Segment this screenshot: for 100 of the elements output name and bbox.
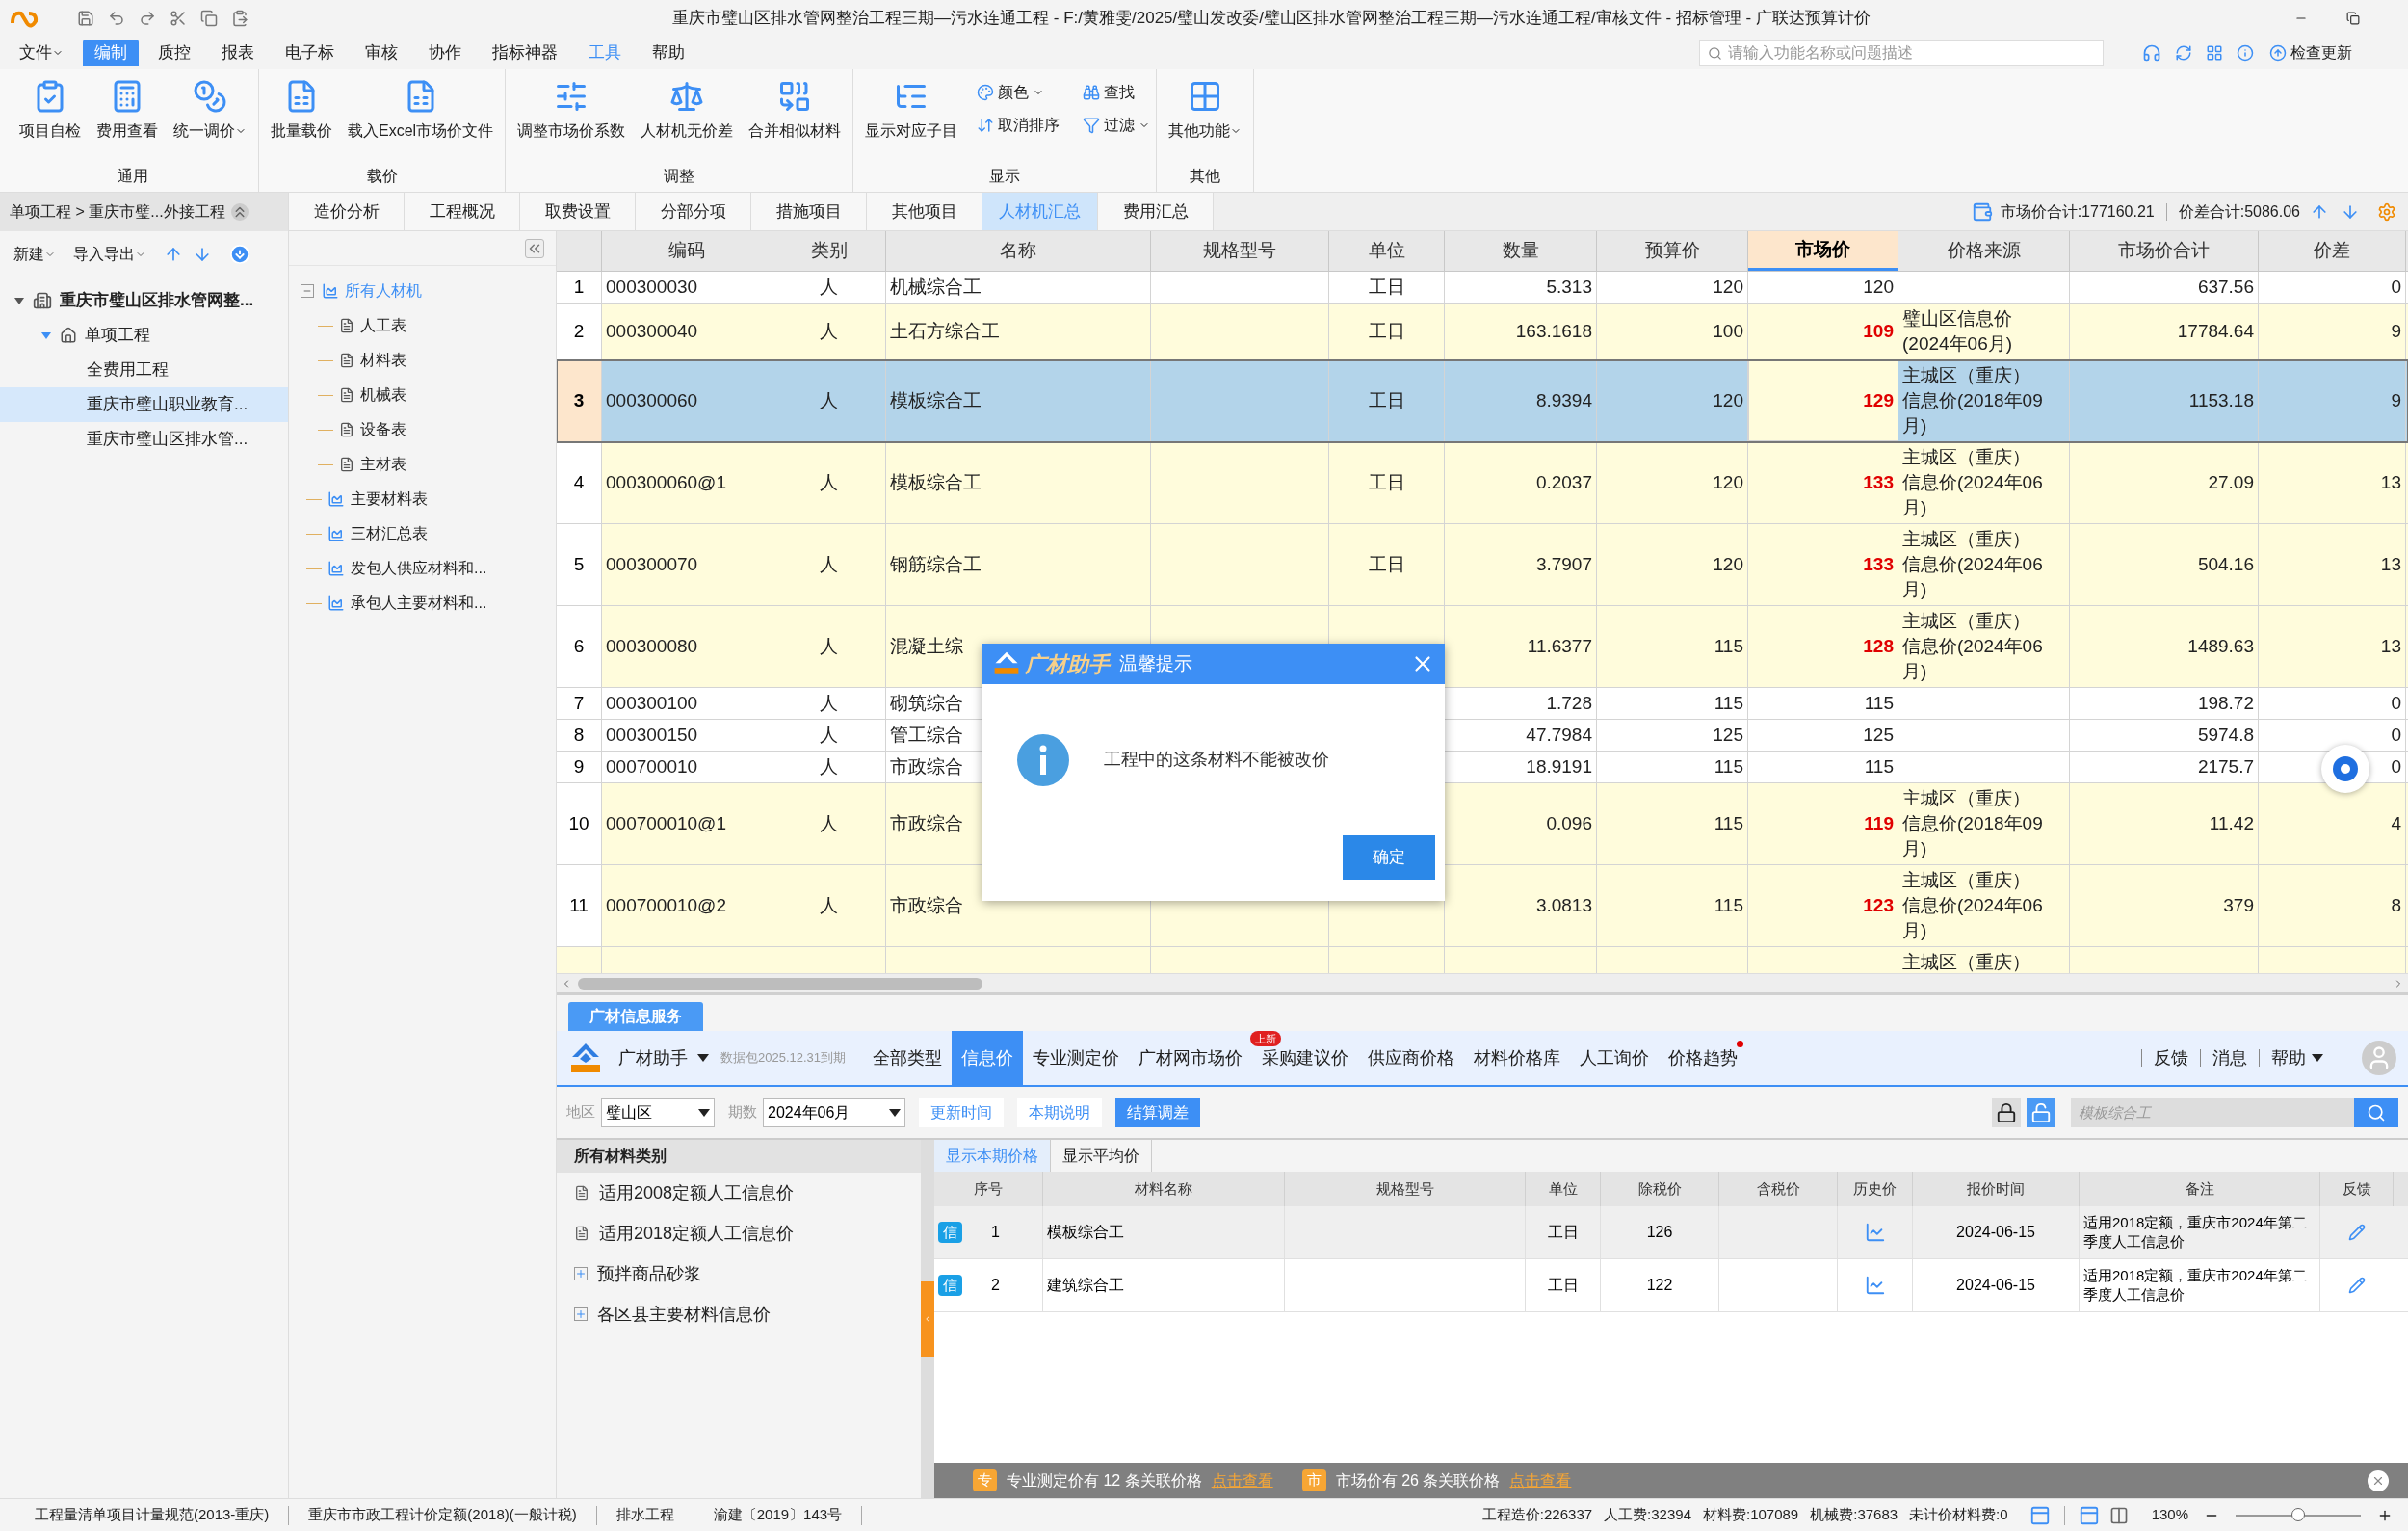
cut-icon[interactable] [170, 10, 187, 27]
search-icon[interactable] [2354, 1097, 2398, 1127]
material-search-field[interactable]: 模板综合工 [2079, 1097, 2354, 1127]
expand-icon[interactable] [574, 1307, 588, 1321]
settings-icon[interactable] [2377, 201, 2396, 222]
layout-icon[interactable] [2028, 1504, 2051, 1526]
edit-icon[interactable] [2348, 1224, 2366, 1241]
column-header[interactable]: 价格来源 [1898, 231, 2070, 271]
period-dropdown[interactable]: 2024年06月 [763, 1097, 905, 1127]
ribbon-button[interactable]: 统一调价 [168, 79, 252, 143]
category-item[interactable]: 适用2018定额人工信息价 [599, 1220, 795, 1247]
category-item[interactable]: 各区县主要材料信息价 [597, 1301, 771, 1328]
search-box[interactable]: 请输入功能名称或问题描述 [1699, 40, 2104, 66]
column-header[interactable]: 市场价合计 [2070, 231, 2259, 271]
expanded-caret-icon[interactable] [40, 330, 52, 340]
ribbon-button[interactable]: 载入Excel市场价文件 [342, 79, 500, 143]
source-tab[interactable]: 价格趋势 [1659, 1031, 1748, 1085]
column-header[interactable]: 名称 [886, 231, 1151, 271]
column-header[interactable]: 数量 [1445, 231, 1597, 271]
edit-icon[interactable] [2348, 1277, 2366, 1294]
header-link[interactable]: 反馈 [2154, 1044, 2188, 1071]
material-search-box[interactable]: 模板综合工 [2071, 1097, 2398, 1127]
ribbon-button[interactable]: 显示对应子目 [859, 79, 964, 143]
ribbon-button[interactable]: 调整市场价系数 [511, 79, 632, 143]
table-row[interactable]: 1 000300030 人 机械综合工 工日 5.313 120 120 637.56 0 [557, 272, 2408, 304]
view-tab[interactable]: 取费设置 [520, 193, 636, 230]
column-header[interactable]: 编码 [602, 231, 772, 271]
column-header[interactable]: 市场价 [1748, 231, 1898, 271]
update-button[interactable]: 检查更新 [2269, 41, 2352, 65]
region-dropdown[interactable]: 璧山区 [601, 1097, 715, 1127]
menu-item[interactable]: 报表 [210, 40, 266, 66]
ribbon-button[interactable]: 合并相似材料 [743, 79, 848, 143]
expand-icon[interactable] [574, 1267, 588, 1280]
ribbon-button[interactable]: 其他功能 [1163, 79, 1248, 143]
tree-item[interactable]: 发包人供应材料和... [351, 557, 487, 580]
toolbar-button[interactable]: 导入导出 [73, 242, 146, 266]
menu-item[interactable]: 指标神器 [481, 40, 569, 66]
tree-item[interactable]: 机械表 [360, 383, 406, 407]
collapse-icon[interactable] [230, 203, 249, 221]
source-tab[interactable]: 供应商价格 [1358, 1031, 1465, 1085]
ribbon-button[interactable]: 颜色 [977, 79, 1060, 106]
caret-icon[interactable] [697, 1054, 709, 1062]
tree-item[interactable]: 人工表 [360, 314, 406, 337]
view-tab[interactable]: 分部分项 [636, 193, 751, 230]
column-header[interactable]: 规格型号 [1151, 231, 1329, 271]
view-tab[interactable]: 工程概况 [405, 193, 520, 230]
tree-item[interactable]: 重庆市璧山区排水管... [87, 427, 249, 452]
menu-item[interactable]: 帮助 [641, 40, 696, 66]
menu-item[interactable]: 审核 [353, 40, 409, 66]
toolbar-button[interactable]: 新建 [13, 242, 56, 266]
tree-item[interactable]: 材料表 [360, 349, 406, 372]
table-row[interactable]: 主城区（重庆） [557, 947, 2408, 973]
copy-icon[interactable] [200, 10, 218, 27]
header-link[interactable]: 帮助 [2271, 1044, 2323, 1071]
tree-item[interactable]: 三材汇总表 [351, 522, 428, 545]
refresh-icon[interactable] [2175, 44, 2192, 62]
ribbon-button[interactable]: 费用查看 [91, 79, 164, 143]
view-tab[interactable]: 措施项目 [751, 193, 867, 230]
view-tab[interactable]: 其他项目 [867, 193, 982, 230]
close-icon[interactable] [2368, 1469, 2389, 1491]
ribbon-button[interactable]: 过滤 [1083, 112, 1151, 139]
menu-item[interactable]: 文件 [8, 40, 75, 66]
info-icon[interactable] [2237, 44, 2254, 62]
ribbon-button[interactable]: 批量载价 [265, 79, 338, 143]
layout-icon[interactable] [2078, 1504, 2100, 1526]
column-header[interactable]: 类别 [772, 231, 886, 271]
apps-icon[interactable] [2206, 44, 2223, 62]
table-row[interactable]: 3 000300060 人 模板综合工 工日 8.9394 120 129 主城区（重庆）信息价(2018年09月) 1153.18 9 [557, 360, 2408, 442]
restore-icon[interactable] [2346, 12, 2360, 25]
column-header[interactable]: 价差 [2259, 231, 2406, 271]
view-tab[interactable]: 造价分析 [289, 193, 405, 230]
columns-icon[interactable] [2108, 1505, 2129, 1525]
category-item[interactable]: 预拌商品砂浆 [597, 1260, 701, 1287]
table-row[interactable]: 5 000300070 人 钢筋综合工 工日 3.7907 120 133 主城区（重庆）信息价(2024年06月) 504.16 13 [557, 524, 2408, 606]
undo-icon[interactable] [108, 10, 125, 27]
save-icon[interactable] [77, 10, 94, 27]
menu-item[interactable]: 电子标 [274, 40, 346, 66]
view-tab[interactable]: 费用汇总 [1098, 193, 1214, 230]
collapse-panel-icon[interactable] [525, 238, 544, 258]
search-field[interactable]: 请输入功能名称或问题描述 [1728, 41, 2095, 65]
source-tab[interactable]: 专业测定价 [1023, 1031, 1130, 1085]
header-link[interactable]: 消息 [2212, 1044, 2247, 1071]
tree-item[interactable]: 设备表 [360, 418, 406, 441]
table-row[interactable]: 4 000300060@1 人 模板综合工 工日 0.2037 120 133 主城区（重庆）信息价(2024年06月) 27.09 13 [557, 442, 2408, 524]
menu-item[interactable]: 协作 [417, 40, 473, 66]
source-tab[interactable]: 上新 采购建议价 [1252, 1031, 1359, 1085]
ribbon-button[interactable]: 查找 [1083, 79, 1151, 106]
ok-button[interactable]: 确定 [1343, 835, 1435, 880]
tree-item[interactable]: 全费用工程 [87, 357, 169, 383]
tree-item[interactable]: 单项工程 [85, 323, 150, 348]
tree-item[interactable]: 主要材料表 [351, 488, 428, 511]
source-tab[interactable]: 广材网市场价 [1129, 1031, 1253, 1085]
source-tab[interactable]: 材料价格库 [1464, 1031, 1571, 1085]
ribbon-button[interactable]: 取消排序 [977, 112, 1060, 139]
tree-item[interactable]: 重庆市璧山区排水管网整... [60, 288, 254, 313]
menu-item[interactable]: 质控 [146, 40, 202, 66]
ribbon-button[interactable]: 人材机无价差 [635, 79, 740, 143]
collapse-handle[interactable] [921, 1281, 934, 1357]
horizontal-scrollbar[interactable] [557, 973, 2408, 992]
expanded-caret-icon[interactable] [13, 296, 25, 305]
